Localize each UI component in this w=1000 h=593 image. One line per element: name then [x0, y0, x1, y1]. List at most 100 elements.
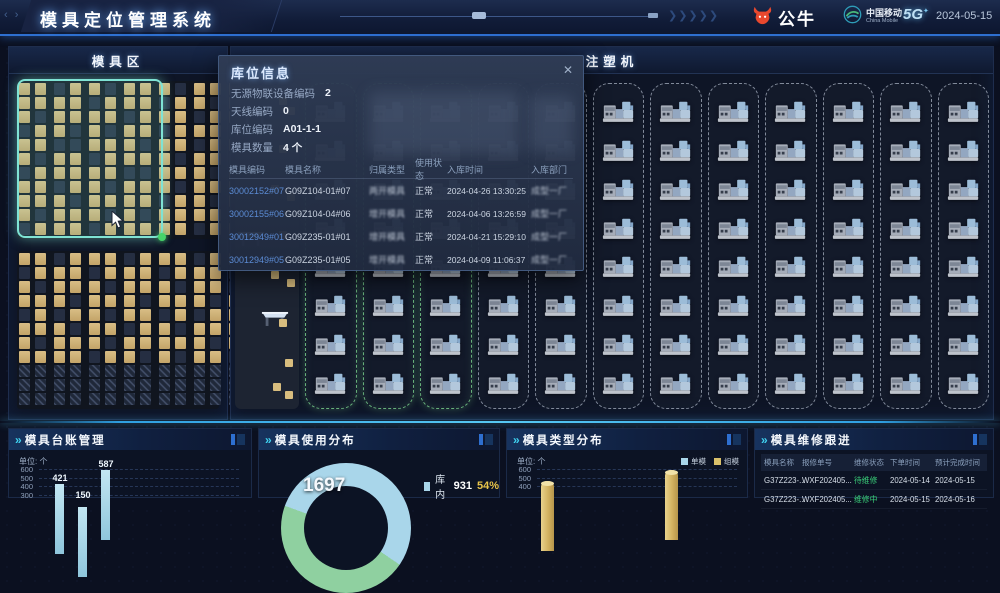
mold-storage-cell[interactable]	[175, 139, 186, 151]
mold-storage-cell[interactable]	[35, 323, 46, 335]
mold-storage-cell[interactable]	[159, 281, 170, 293]
empty-storage-cell[interactable]	[70, 295, 81, 307]
mold-storage-cell[interactable]	[54, 323, 65, 335]
mold-storage-cell[interactable]	[19, 281, 30, 293]
injection-machine-icon[interactable]	[487, 369, 520, 395]
empty-storage-cell[interactable]	[175, 153, 186, 165]
injection-machine-icon[interactable]	[659, 330, 692, 356]
injection-machine-icon[interactable]	[947, 252, 980, 278]
modal-close-button[interactable]: ✕	[561, 61, 575, 79]
empty-storage-cell[interactable]	[194, 365, 205, 377]
injection-machine-icon[interactable]	[429, 291, 462, 317]
injection-machine-icon[interactable]	[774, 97, 807, 123]
empty-storage-cell[interactable]	[54, 309, 65, 321]
mold-storage-cell[interactable]	[70, 253, 81, 265]
mold-storage-cell[interactable]	[105, 351, 116, 363]
mold-storage-cell[interactable]	[194, 281, 205, 293]
injection-machine-icon[interactable]	[774, 369, 807, 395]
injection-machine-icon[interactable]	[659, 97, 692, 123]
mold-storage-cell[interactable]	[70, 309, 81, 321]
mold-storage-cell[interactable]	[124, 337, 135, 349]
empty-storage-cell[interactable]	[159, 393, 170, 405]
empty-storage-cell[interactable]	[35, 365, 46, 377]
mold-storage-cell[interactable]	[89, 281, 100, 293]
injection-machine-icon[interactable]	[544, 369, 577, 395]
injection-machine-icon[interactable]	[889, 97, 922, 123]
repair-table-row[interactable]: G37Z223-...WXF202405...待维修2024-05-142024…	[761, 471, 987, 490]
mold-storage-cell[interactable]	[124, 281, 135, 293]
injection-machine-icon[interactable]	[487, 291, 520, 317]
injection-machine-icon[interactable]	[947, 330, 980, 356]
empty-storage-cell[interactable]	[124, 379, 135, 391]
mold-storage-cell[interactable]	[194, 337, 205, 349]
mold-storage-cell[interactable]	[175, 223, 186, 235]
empty-storage-cell[interactable]	[124, 393, 135, 405]
injection-machine-icon[interactable]	[832, 291, 865, 317]
injection-machine-icon[interactable]	[774, 214, 807, 240]
mold-storage-cell[interactable]	[124, 351, 135, 363]
empty-storage-cell[interactable]	[54, 379, 65, 391]
empty-storage-cell[interactable]	[140, 365, 151, 377]
injection-machine-icon[interactable]	[602, 330, 635, 356]
injection-machine-icon[interactable]	[602, 175, 635, 201]
storage-table-row[interactable]: 30012949#05G09Z235-01#05增开模具正常2024-04-09…	[229, 248, 573, 271]
empty-storage-cell[interactable]	[89, 267, 100, 279]
mold-storage-cell[interactable]	[105, 323, 116, 335]
mold-storage-cell[interactable]	[19, 351, 30, 363]
pallet-cell[interactable]	[279, 319, 287, 327]
injection-machine-icon[interactable]	[429, 330, 462, 356]
empty-storage-cell[interactable]	[54, 253, 65, 265]
empty-storage-cell[interactable]	[89, 393, 100, 405]
injection-machine-icon[interactable]	[832, 252, 865, 278]
empty-storage-cell[interactable]	[194, 379, 205, 391]
mold-storage-cell[interactable]	[175, 209, 186, 221]
mold-storage-cell[interactable]	[175, 253, 186, 265]
injection-machine-icon[interactable]	[487, 330, 520, 356]
mold-storage-cell[interactable]	[19, 253, 30, 265]
mold-storage-cell[interactable]	[89, 309, 100, 321]
empty-storage-cell[interactable]	[105, 393, 116, 405]
injection-machine-icon[interactable]	[832, 136, 865, 162]
mold-storage-cell[interactable]	[210, 351, 221, 363]
injection-machine-icon[interactable]	[947, 136, 980, 162]
mold-storage-cell[interactable]	[194, 181, 205, 193]
mold-storage-cell[interactable]	[140, 267, 151, 279]
mold-storage-cell[interactable]	[124, 295, 135, 307]
injection-machine-icon[interactable]	[429, 369, 462, 395]
mold-storage-cell[interactable]	[35, 267, 46, 279]
mold-storage-cell[interactable]	[70, 337, 81, 349]
empty-storage-cell[interactable]	[159, 267, 170, 279]
injection-machine-icon[interactable]	[717, 214, 750, 240]
mold-storage-cell[interactable]	[175, 167, 186, 179]
mold-storage-cell[interactable]	[89, 323, 100, 335]
injection-machine-icon[interactable]	[832, 330, 865, 356]
mold-storage-cell[interactable]	[159, 351, 170, 363]
empty-storage-cell[interactable]	[105, 309, 116, 321]
header-progress-slider[interactable]	[472, 12, 486, 19]
injection-machine-icon[interactable]	[947, 175, 980, 201]
empty-storage-cell[interactable]	[19, 267, 30, 279]
empty-storage-cell[interactable]	[194, 253, 205, 265]
injection-machine-icon[interactable]	[717, 97, 750, 123]
injection-machine-icon[interactable]	[774, 252, 807, 278]
mold-storage-cell[interactable]	[105, 295, 116, 307]
mold-storage-cell[interactable]	[54, 281, 65, 293]
empty-storage-cell[interactable]	[140, 379, 151, 391]
empty-storage-cell[interactable]	[194, 393, 205, 405]
empty-storage-cell[interactable]	[194, 309, 205, 321]
empty-storage-cell[interactable]	[70, 379, 81, 391]
empty-storage-cell[interactable]	[19, 379, 30, 391]
injection-machine-icon[interactable]	[602, 136, 635, 162]
injection-machine-icon[interactable]	[717, 252, 750, 278]
mold-storage-cell[interactable]	[210, 323, 221, 335]
mold-storage-cell[interactable]	[194, 125, 205, 137]
empty-storage-cell[interactable]	[194, 111, 205, 123]
injection-machine-icon[interactable]	[372, 330, 405, 356]
mold-storage-cell[interactable]	[175, 125, 186, 137]
injection-machine-icon[interactable]	[544, 291, 577, 317]
mold-storage-cell[interactable]	[175, 295, 186, 307]
mold-storage-cell[interactable]	[19, 295, 30, 307]
injection-machine-icon[interactable]	[602, 252, 635, 278]
pallet-cell[interactable]	[271, 271, 279, 279]
injection-machine-icon[interactable]	[889, 136, 922, 162]
